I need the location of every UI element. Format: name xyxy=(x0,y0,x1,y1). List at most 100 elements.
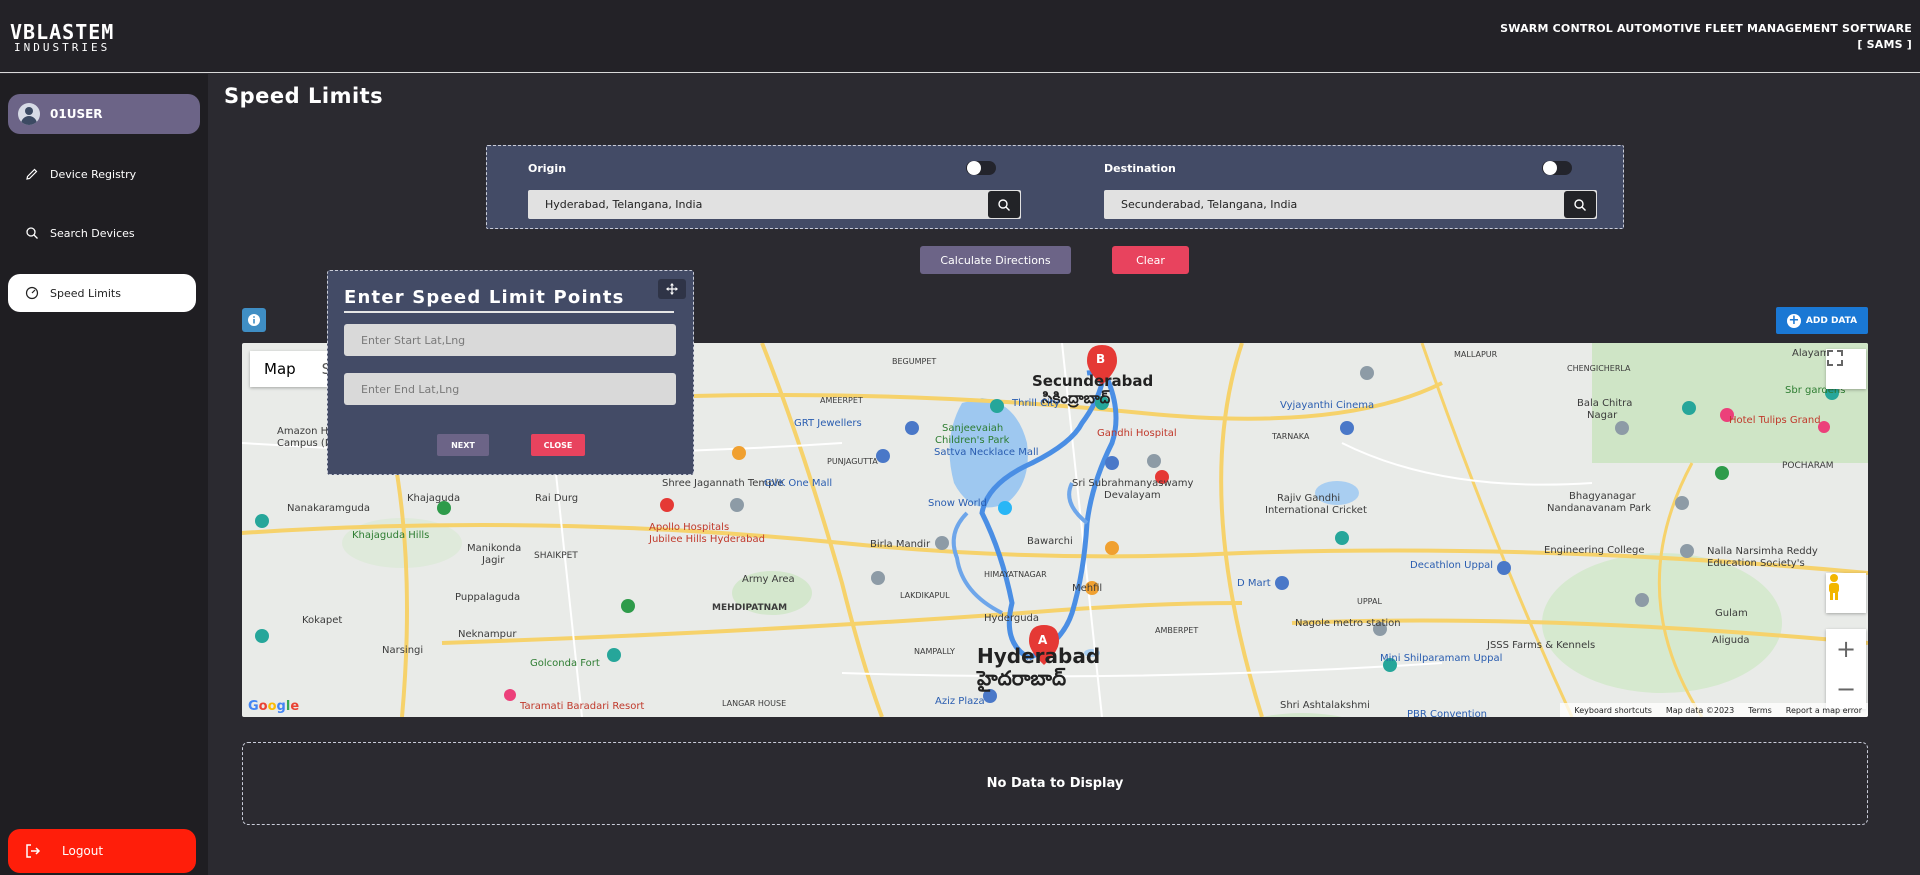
marker-b-label: B xyxy=(1096,352,1106,366)
fullscreen-button[interactable] xyxy=(1826,349,1866,389)
plus-icon: + xyxy=(1786,312,1801,328)
speed-limit-dialog: Enter Speed Limit Points NEXT CLOSE xyxy=(327,270,694,475)
map-label: PBR Convention xyxy=(1407,709,1488,717)
map-label: Jagir xyxy=(482,555,505,566)
add-data-button[interactable]: + ADD DATA xyxy=(1776,307,1868,334)
map-label: Gulam xyxy=(1715,608,1748,619)
map-label: HIMAYATNAGAR xyxy=(984,570,1047,579)
map-label: D Mart xyxy=(1237,578,1271,589)
logout-button[interactable]: Logout xyxy=(8,829,196,873)
pegman-icon xyxy=(1829,574,1839,600)
map-label: Vyjayanthi Cinema xyxy=(1280,400,1375,411)
clear-button[interactable]: Clear xyxy=(1112,246,1189,274)
map-label: GRT Jewellers xyxy=(794,418,862,429)
map-label: AMEERPET xyxy=(820,396,863,405)
origin-search-button[interactable] xyxy=(988,191,1020,218)
sidebar-item-label: Speed Limits xyxy=(50,286,121,300)
map-label: BEGUMPET xyxy=(892,357,937,366)
origin-label: Origin xyxy=(528,162,567,175)
map-type-toggle[interactable]: Map S xyxy=(250,351,331,387)
brand-logo[interactable]: VBLASTEM INDUSTRIES xyxy=(10,22,140,56)
destination-input[interactable] xyxy=(1104,190,1564,219)
sidebar: 01USER Device Registry Search Devices Sp… xyxy=(0,74,208,875)
keyboard-shortcuts-link[interactable]: Keyboard shortcuts xyxy=(1574,706,1651,715)
close-button[interactable]: CLOSE xyxy=(531,434,585,456)
zoom-control: + − xyxy=(1826,629,1866,709)
map-label: LAKDIKAPUL xyxy=(900,591,950,600)
street-view-button[interactable] xyxy=(1826,573,1866,613)
map-label: Mini Shilparamam Uppal xyxy=(1380,653,1503,664)
origin-toggle[interactable] xyxy=(966,161,996,175)
map-label: Hyderguda xyxy=(984,613,1040,624)
drag-handle[interactable] xyxy=(658,279,686,299)
map-label: Campus (B xyxy=(277,438,332,449)
map-type-label: Map xyxy=(264,360,296,378)
end-latlng-input[interactable] xyxy=(344,373,676,405)
user-profile-card[interactable]: 01USER xyxy=(8,94,200,134)
destination-label: Destination xyxy=(1104,162,1176,175)
map-label: Neknampur xyxy=(458,629,517,640)
sidebar-item-search-devices[interactable]: Search Devices xyxy=(8,214,196,252)
map-label: Hyderabad xyxy=(977,644,1101,668)
map-label: International Cricket xyxy=(1265,505,1367,516)
map-label: Shri Ashtalakshmi xyxy=(1280,700,1370,711)
info-button[interactable] xyxy=(242,308,266,332)
map-label: Rajiv Gandhi xyxy=(1277,493,1341,504)
map-label: Kokapet xyxy=(302,615,343,626)
origin-input[interactable] xyxy=(528,190,988,219)
page-title: Speed Limits xyxy=(224,84,384,108)
map-label: Nagole metro station xyxy=(1295,618,1401,629)
logout-icon xyxy=(24,842,42,860)
sidebar-item-speed-limits[interactable]: Speed Limits xyxy=(8,274,196,312)
next-button[interactable]: NEXT xyxy=(437,434,489,456)
map-label: Army Area xyxy=(742,574,795,585)
map-label: Birla Mandir xyxy=(870,539,931,550)
map-label: Education Society's xyxy=(1707,558,1805,569)
map-label: Rai Durg xyxy=(535,493,579,504)
gauge-icon xyxy=(24,285,40,301)
map-label: Khajaguda xyxy=(407,493,461,504)
zoom-in-button[interactable]: + xyxy=(1826,629,1866,669)
report-error-link[interactable]: Report a map error xyxy=(1786,706,1862,715)
dialog-title: Enter Speed Limit Points xyxy=(344,287,625,308)
map-label: Nandanavanam Park xyxy=(1547,503,1651,514)
map-label: Alayam xyxy=(1792,348,1830,359)
map-label: Apollo Hospitals xyxy=(649,522,730,533)
divider xyxy=(344,311,674,313)
logo-subtext: INDUSTRIES xyxy=(14,41,111,54)
destination-search-button[interactable] xyxy=(1564,191,1596,218)
destination-search-box xyxy=(1104,190,1597,219)
map-label: Nalla Narsimha Reddy xyxy=(1707,546,1818,557)
map-label: MALLAPUR xyxy=(1454,350,1498,359)
calculate-directions-button[interactable]: Calculate Directions xyxy=(920,246,1071,274)
map-label: Mehfil xyxy=(1072,583,1103,594)
map-data-text: Map data ©2023 xyxy=(1665,705,1735,715)
route-search-panel: Origin Destination xyxy=(486,145,1624,229)
map-label: Bawarchi xyxy=(1027,536,1073,547)
map-label: Decathlon Uppal xyxy=(1410,560,1494,571)
origin-search-box xyxy=(528,190,1021,219)
sidebar-item-label: Device Registry xyxy=(50,167,137,181)
fullscreen-icon xyxy=(1827,350,1843,366)
map-label: POCHARAM xyxy=(1782,461,1834,471)
map-label: Gandhi Hospital xyxy=(1097,428,1177,439)
map-label: MEHDIPATNAM xyxy=(712,603,788,613)
map-label: Secunderabad xyxy=(1032,372,1154,390)
map-label: Children's Park xyxy=(935,435,1010,446)
map-label: Golconda Fort xyxy=(530,658,600,669)
app-title: SWARM CONTROL AUTOMOTIVE FLEET MANAGEMEN… xyxy=(1500,21,1912,53)
map-label: Aziz Plaza xyxy=(935,696,985,707)
map-label: Sanjeevaiah xyxy=(942,423,1004,434)
terms-link[interactable]: Terms xyxy=(1748,706,1772,715)
map-label: Bhagyanagar xyxy=(1569,491,1636,502)
search-icon xyxy=(998,198,1010,211)
map-label: Nanakaramguda xyxy=(287,503,370,514)
empty-state-text: No Data to Display xyxy=(986,776,1124,791)
map-label: TARNAKA xyxy=(1272,432,1310,441)
destination-toggle[interactable] xyxy=(1542,161,1572,175)
start-latlng-input[interactable] xyxy=(344,324,676,356)
map-label: Aliguda xyxy=(1712,635,1750,646)
sidebar-item-device-registry[interactable]: Device Registry xyxy=(8,155,196,193)
search-icon xyxy=(1574,198,1586,211)
map-label: Hotel Tulips Grand xyxy=(1729,415,1821,426)
